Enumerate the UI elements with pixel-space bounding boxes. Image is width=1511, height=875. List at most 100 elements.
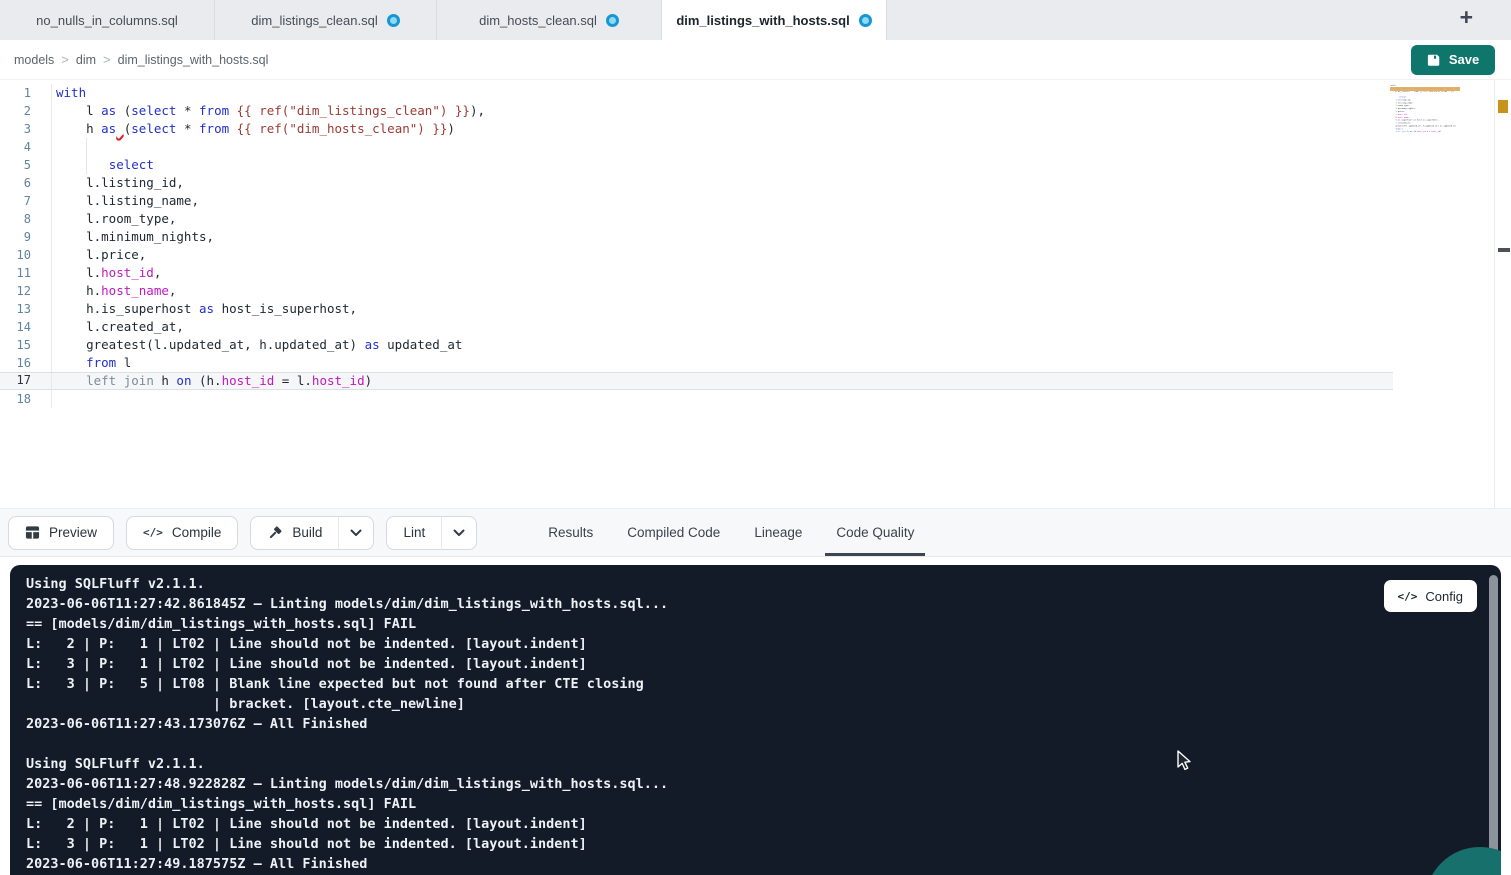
save-button[interactable]: Save [1411,45,1495,75]
unsaved-changes-icon [859,14,872,27]
code-line[interactable]: 15 greatest(l.updated_at, h.updated_at) … [0,336,1393,354]
tab-label: dim_listings_clean.sql [251,13,377,28]
line-number: 7 [0,192,52,210]
terminal-scrollbar[interactable] [1489,575,1498,875]
breadcrumb: models > dim > dim_listings_with_hosts.sql [14,52,268,67]
code-line[interactable]: 17 left join h on (h.host_id = l.host_id… [0,372,1393,390]
code-line[interactable]: 4 [0,138,1393,156]
minimap[interactable]: with l as (select * from {{ ref("dim_lis… [1390,84,1460,146]
code-line[interactable]: 12 h.host_name, [0,282,1393,300]
editor-tab[interactable]: no_nulls_in_columns.sql [0,0,215,40]
breadcrumb-segment[interactable]: dim_listings_with_hosts.sql [118,53,269,67]
code-line[interactable]: 6 l.listing_id, [0,174,1393,192]
lint-button[interactable]: Lint [386,516,441,550]
editor-tab[interactable]: dim_listings_clean.sql [215,0,437,40]
lint-button-group: Lint [386,516,477,550]
breadcrumb-segment[interactable]: models [14,53,54,67]
indent-guide [86,156,87,174]
chevron-down-icon [350,529,362,537]
code-line[interactable]: 16 from l [0,354,1393,372]
minimap-lint-highlight [1390,87,1460,91]
result-panel-tabs: ResultsCompiled CodeLineageCode Quality [531,509,931,556]
terminal-panel: Using SQLFluff v2.1.1. 2023-06-06T11:27:… [10,565,1501,875]
compile-button[interactable]: </> Compile [126,516,238,550]
breadcrumb-separator: > [61,52,69,67]
tab-label: dim_hosts_clean.sql [479,13,597,28]
code-line[interactable]: 10 l.price, [0,246,1393,264]
line-number: 17 [0,373,52,389]
unsaved-changes-icon [387,14,400,27]
hammer-icon [267,525,283,541]
editor-scrollbar[interactable] [1494,80,1511,508]
indent-guide [86,138,87,156]
config-button-label: Config [1425,589,1463,604]
line-number: 5 [0,156,52,174]
line-number: 18 [0,390,52,408]
editor-tab[interactable]: dim_hosts_clean.sql [437,0,662,40]
file-header-bar: models > dim > dim_listings_with_hosts.sql S… [0,40,1511,80]
build-dropdown-button[interactable] [338,516,374,550]
new-tab-button[interactable]: + [1460,6,1473,29]
line-number: 4 [0,138,52,156]
build-button[interactable]: Build [250,516,338,550]
tab-label: dim_listings_with_hosts.sql [676,13,849,28]
line-number: 1 [0,84,52,102]
code-line[interactable]: 18 [0,390,1393,408]
editor-tab-bar: no_nulls_in_columns.sql dim_listings_clea… [0,0,1511,40]
line-number: 16 [0,354,52,372]
tab-label: no_nulls_in_columns.sql [36,13,178,28]
breadcrumb-separator: > [103,52,111,67]
compile-button-label: Compile [172,525,222,540]
code-line[interactable]: 9 l.minimum_nights, [0,228,1393,246]
code-editor[interactable]: 1with2 l as (select * from {{ ref("dim_l… [0,80,1511,508]
code-icon: </> [1398,590,1418,603]
preview-table-icon [25,525,40,540]
build-button-group: Build [250,516,374,550]
line-number: 14 [0,318,52,336]
editor-tab[interactable]: dim_listings_with_hosts.sql [662,0,887,40]
code-line[interactable]: 7 l.listing_name, [0,192,1393,210]
preview-button-label: Preview [49,525,97,540]
action-toolbar: Preview </> Compile Build Lint [0,508,1511,557]
code-line[interactable]: 1with [0,84,1393,102]
code-line[interactable]: 3 h as (select * from {{ ref("dim_hosts_… [0,120,1393,138]
breadcrumb-segment[interactable]: dim [76,53,96,67]
terminal-output: Using SQLFluff v2.1.1. 2023-06-06T11:27:… [10,565,1501,875]
line-number: 11 [0,264,52,282]
code-line[interactable]: 13 h.is_superhost as host_is_superhost, [0,300,1393,318]
panel-tab-compiled-code[interactable]: Compiled Code [610,509,737,556]
scrollbar-cursor-marker [1498,248,1510,252]
lint-button-label: Lint [403,525,425,540]
line-number: 9 [0,228,52,246]
line-number: 13 [0,300,52,318]
code-icon: </> [143,526,163,539]
code-line[interactable]: 11 l.host_id, [0,264,1393,282]
line-number: 15 [0,336,52,354]
minimap-code: with l as (select * from {{ ref("dim_lis… [1390,84,1460,136]
code-line[interactable]: 2 l as (select * from {{ ref("dim_listin… [0,102,1393,120]
mouse-cursor [1176,750,1196,777]
panel-tab-results[interactable]: Results [531,509,610,556]
line-number: 2 [0,102,52,120]
panel-tab-lineage[interactable]: Lineage [737,509,819,556]
editor-code-area[interactable]: 1with2 l as (select * from {{ ref("dim_l… [0,84,1393,408]
panel-tab-code-quality[interactable]: Code Quality [819,509,931,556]
scrollbar-warning-marker [1498,100,1508,113]
chevron-down-icon [453,529,465,537]
line-number: 6 [0,174,52,192]
preview-button[interactable]: Preview [8,516,114,550]
config-button[interactable]: </> Config [1384,580,1477,612]
unsaved-changes-icon [606,14,619,27]
code-line[interactable]: 8 l.room_type, [0,210,1393,228]
code-line[interactable]: 5 select [0,156,1393,174]
build-button-label: Build [292,525,322,540]
line-number: 10 [0,246,52,264]
code-line [1390,133,1460,136]
code-line[interactable]: 14 l.created_at, [0,318,1393,336]
line-number: 3 [0,120,52,138]
line-number: 8 [0,210,52,228]
save-button-label: Save [1449,52,1479,67]
line-number: 12 [0,282,52,300]
save-icon [1427,53,1441,67]
lint-dropdown-button[interactable] [441,516,477,550]
